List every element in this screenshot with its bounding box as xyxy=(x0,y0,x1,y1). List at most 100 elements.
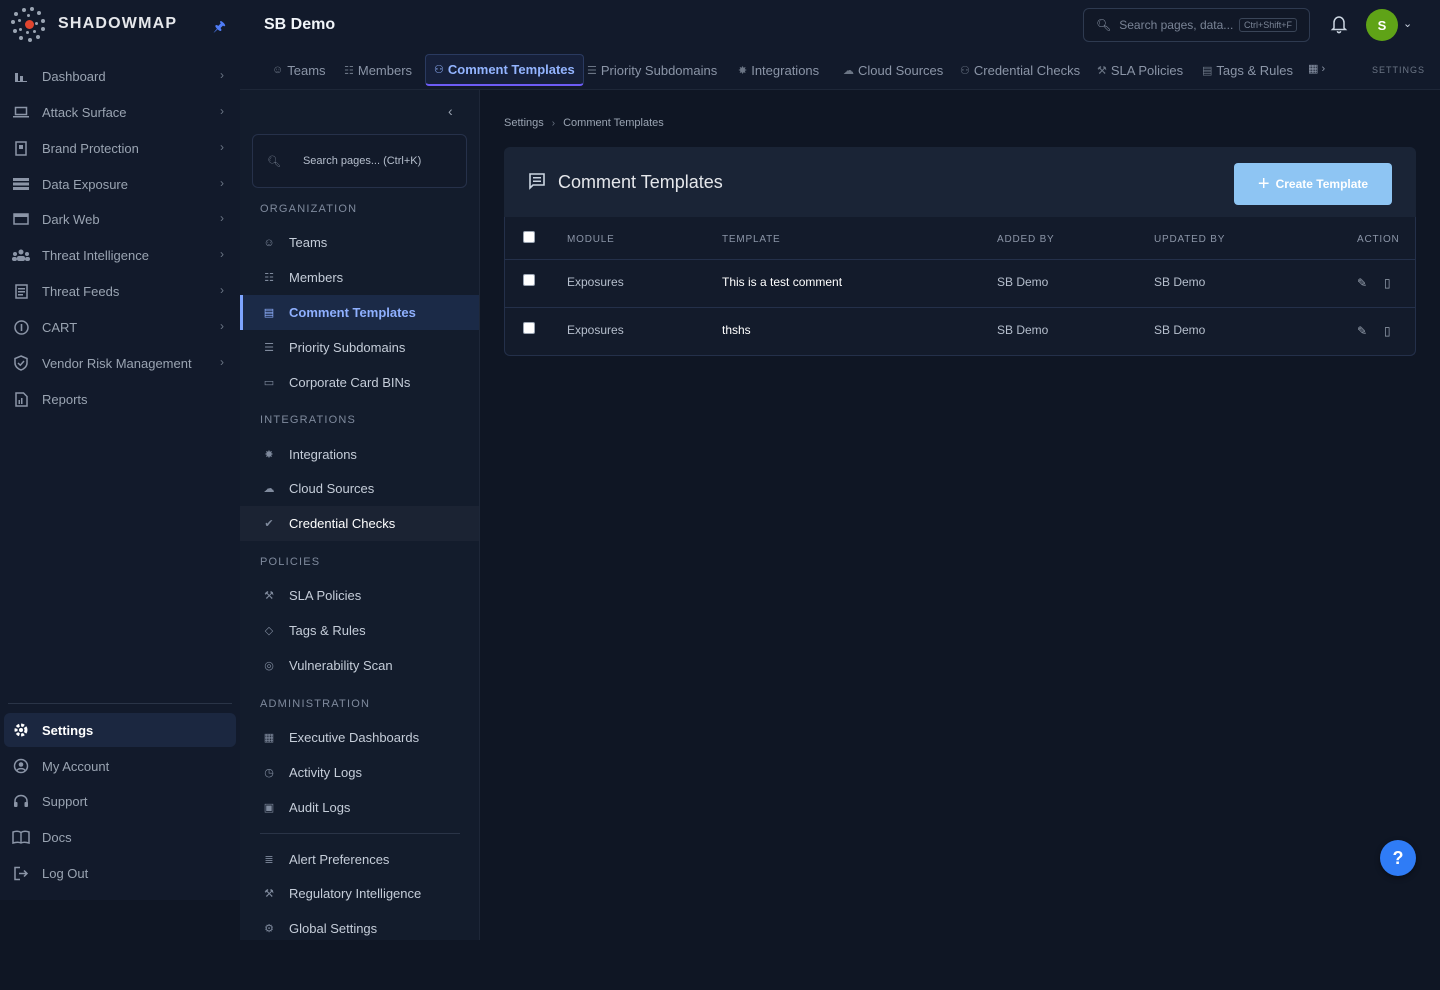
column-header-updated-by[interactable]: UPDATED BY xyxy=(1154,234,1225,245)
settings-item-teams[interactable]: ☺ Teams xyxy=(240,225,479,260)
tabs-scroll-right-icon[interactable]: ▦ › xyxy=(1308,62,1325,75)
tag-icon: ◇ xyxy=(264,625,274,637)
column-header-added-by[interactable]: ADDED BY xyxy=(997,234,1055,245)
chevron-down-icon[interactable]: ⌄ xyxy=(1403,17,1412,30)
cloud-icon: ☁︎ xyxy=(843,64,854,77)
avatar[interactable]: S xyxy=(1366,9,1398,41)
settings-item-priority-subdomains[interactable]: ☰ Priority Subdomains xyxy=(240,330,479,365)
settings-search-input[interactable]: 🔍︎ Search pages... (Ctrl+K) xyxy=(252,134,467,188)
settings-item-vulnerability-scan[interactable]: ◎ Vulnerability Scan xyxy=(240,648,479,683)
sidebar-item-label: Dashboard xyxy=(42,68,106,84)
edit-icon[interactable]: ✎ xyxy=(1357,324,1367,338)
settings-item-tags-rules[interactable]: ◇ Tags & Rules xyxy=(240,613,479,648)
gavel-icon: ⚒︎ xyxy=(264,590,274,602)
teams-icon: ☺ xyxy=(272,64,284,76)
settings-item-activity-logs[interactable]: ◷ Activity Logs xyxy=(240,755,479,790)
settings-item-integrations[interactable]: ✸ Integrations xyxy=(240,437,479,472)
sidebar-item-dark-web[interactable]: Dark Web › xyxy=(4,202,236,236)
global-search-input[interactable]: 🔍︎ Search pages, data... Ctrl+Shift+F xyxy=(1083,8,1310,42)
sidebar-item-settings[interactable]: Settings xyxy=(4,713,236,747)
settings-item-members[interactable]: ☷ Members xyxy=(240,260,479,295)
teams-icon: ☺ xyxy=(263,236,275,249)
sidebar-item-label: Brand Protection xyxy=(42,140,139,156)
sidebar-item-attack-surface[interactable]: Attack Surface › xyxy=(4,95,236,129)
settings-item-cloud-sources[interactable]: ☁︎ Cloud Sources xyxy=(240,471,479,506)
workspace-title: SB Demo xyxy=(264,16,336,33)
collapse-sidebar-icon[interactable]: ‹ xyxy=(448,103,453,119)
sidebar-item-brand-protection[interactable]: Brand Protection › xyxy=(4,131,236,165)
create-template-button[interactable]: + Create Template xyxy=(1234,163,1392,205)
chevron-right-icon: › xyxy=(220,319,224,333)
settings-tabs: ☺ Teams ☷ Members ⚇ Comment Templates ☰ Prio… xyxy=(240,50,1440,90)
settings-caption: SETTINGS xyxy=(1372,65,1426,75)
tab-tags-rules[interactable]: ▤ Tags & Rules xyxy=(1194,54,1301,86)
cell-module: Exposures xyxy=(567,323,624,337)
sidebar-item-label: Threat Feeds xyxy=(42,283,120,299)
sidebar-item-docs[interactable]: Docs xyxy=(4,820,236,854)
settings-item-corporate-card-bins[interactable]: ▭ Corporate Card BINs xyxy=(240,365,479,400)
settings-item-alert-preferences[interactable]: ≣ Alert Preferences xyxy=(240,842,479,877)
settings-item-regulatory-intelligence[interactable]: ⚒︎ Regulatory Intelligence xyxy=(240,876,479,911)
sidebar-item-threat-intelligence[interactable]: Threat Intelligence › xyxy=(4,238,236,272)
sidebar-item-label: Log Out xyxy=(42,865,89,881)
sidebar-item-my-account[interactable]: My Account xyxy=(4,749,236,783)
headset-icon xyxy=(12,792,30,810)
chevron-right-icon: › xyxy=(220,355,224,369)
settings-item-sla-policies[interactable]: ⚒︎ SLA Policies xyxy=(240,578,479,613)
sidebar-item-data-exposure[interactable]: Data Exposure › xyxy=(4,167,236,201)
settings-item-executive-dashboards[interactable]: ▦ Executive Dashboards xyxy=(240,720,479,755)
tab-cloud-sources[interactable]: ☁︎ Cloud Sources xyxy=(835,54,951,86)
sidebar-item-threat-feeds[interactable]: Threat Feeds › xyxy=(4,274,236,308)
table-row[interactable]: Exposures thshs SB Demo SB Demo ✎ ▯ xyxy=(505,308,1415,356)
cell-added-by: SB Demo xyxy=(997,323,1049,337)
tab-members[interactable]: ☷ Members xyxy=(336,54,420,86)
table-row[interactable]: Exposures This is a test comment SB Demo… xyxy=(505,260,1415,308)
row-checkbox[interactable] xyxy=(523,274,535,286)
settings-item-comment-templates[interactable]: ▤ Comment Templates xyxy=(240,295,479,330)
breadcrumb-current: Comment Templates xyxy=(563,117,664,129)
help-button[interactable]: ? xyxy=(1380,840,1416,876)
page-title: Comment Templates xyxy=(558,172,723,192)
column-header-module[interactable]: MODULE xyxy=(567,234,615,245)
people-icon xyxy=(12,246,30,264)
tab-sla-policies[interactable]: ⚒︎ SLA Policies xyxy=(1089,54,1191,86)
settings-item-credential-checks[interactable]: ✔ Credential Checks xyxy=(240,506,479,541)
puzzle-icon: ✸ xyxy=(264,449,274,461)
row-checkbox[interactable] xyxy=(523,322,535,334)
settings-item-audit-logs[interactable]: ▣ Audit Logs xyxy=(240,790,479,825)
cell-template: This is a test comment xyxy=(722,275,843,289)
sidebar-item-dashboard[interactable]: Dashboard › xyxy=(4,59,236,93)
bell-icon[interactable] xyxy=(1330,14,1348,34)
chevron-right-icon: › xyxy=(220,68,224,82)
settings-sidebar: ‹ 🔍︎ Search pages... (Ctrl+K) ORGANIZATI… xyxy=(240,90,480,940)
select-all-checkbox[interactable] xyxy=(523,231,535,243)
chevron-right-icon: › xyxy=(220,104,224,118)
report-icon xyxy=(12,390,30,408)
tab-integrations[interactable]: ✸ Integrations xyxy=(730,54,827,86)
settings-item-global-settings[interactable]: ⚙︎ Global Settings xyxy=(240,911,479,946)
tab-teams[interactable]: ☺ Teams xyxy=(264,54,334,86)
chevron-right-icon: › xyxy=(220,283,224,297)
puzzle-icon: ✸ xyxy=(738,64,748,77)
column-header-template[interactable]: TEMPLATE xyxy=(722,234,780,245)
list-icon: ☰ xyxy=(587,64,597,77)
tab-comment-templates[interactable]: ⚇ Comment Templates xyxy=(425,54,584,86)
trash-icon[interactable]: ▯ xyxy=(1384,324,1391,338)
top-header: SB Demo 🔍︎ Search pages, data... Ctrl+Sh… xyxy=(240,0,1440,50)
cell-template: thshs xyxy=(722,323,751,337)
shadowmap-logo-icon xyxy=(8,4,48,44)
breadcrumb-root-link[interactable]: Settings xyxy=(504,117,544,129)
sidebar-item-reports[interactable]: Reports xyxy=(4,382,236,416)
sidebar-item-label: Docs xyxy=(42,829,72,845)
edit-icon[interactable]: ✎ xyxy=(1357,276,1367,290)
sidebar-item-vendor-risk-management[interactable]: Vendor Risk Management › xyxy=(4,346,236,380)
radar-icon: ◎ xyxy=(264,660,274,672)
tab-credential-checks[interactable]: ⚇ Credential Checks xyxy=(952,54,1088,86)
pin-icon[interactable]: 🖈 xyxy=(213,16,226,40)
brand-logo[interactable]: SHADOWMAP xyxy=(8,4,177,44)
trash-icon[interactable]: ▯ xyxy=(1384,276,1391,290)
sidebar-item-log-out[interactable]: Log Out xyxy=(4,856,236,890)
tab-priority-subdomains[interactable]: ☰ Priority Subdomains xyxy=(579,54,725,86)
sidebar-item-cart[interactable]: CART › xyxy=(4,310,236,344)
sidebar-item-support[interactable]: Support xyxy=(4,784,236,818)
